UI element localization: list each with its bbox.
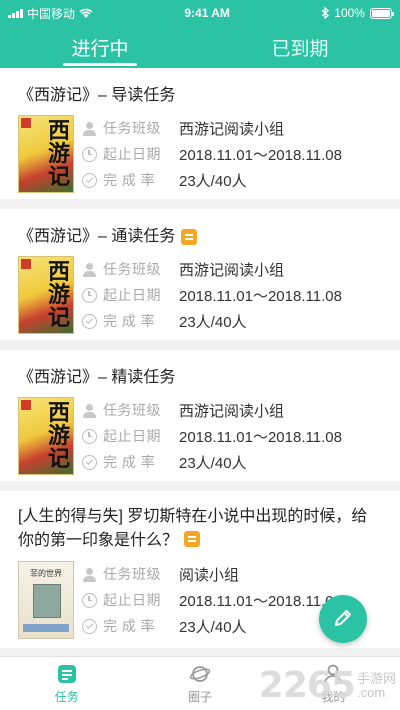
check-circle-icon (82, 454, 97, 470)
tab-expired[interactable]: 已到期 (200, 26, 400, 68)
nav-circle[interactable]: 圈子 (133, 657, 266, 710)
battery-percent: 100% (334, 6, 365, 20)
battery-icon (369, 7, 394, 19)
date-value: 2018.11.01～2018.11.08 (179, 592, 342, 610)
rate-label: 完 成 率 (103, 618, 156, 634)
task-title: 《西游记》– 精读任务 (18, 369, 176, 386)
rate-label: 完 成 率 (103, 454, 156, 470)
rate-value: 23人/40人 (179, 454, 247, 472)
task-title: [人生的得与失] 罗切斯特在小说中出现的时候，给你的第一印象是什么？ (18, 508, 368, 549)
person-icon (82, 567, 97, 582)
pencil-icon (335, 610, 351, 626)
check-circle-icon (82, 618, 97, 634)
tab-expired-label: 已到期 (271, 38, 329, 60)
bluetooth-icon (321, 7, 330, 19)
class-value: 西游记阅读小组 (179, 120, 285, 138)
carrier-label: 中国移动 (27, 6, 76, 21)
nav-tasks[interactable]: 任务 (0, 657, 133, 710)
signal-icon (8, 8, 23, 18)
class-label: 任务班级 (103, 402, 161, 418)
person-icon (82, 262, 97, 277)
watermark-logo: 2265 手游网 .com (258, 665, 396, 706)
wifi-icon (79, 8, 93, 18)
task-list-icon (57, 664, 76, 683)
create-task-button[interactable] (319, 595, 367, 643)
app-header: 中国移动 9:41 AM 100% 进行中 已到期 (0, 0, 400, 68)
book-cover: 菲的世界 (18, 561, 74, 639)
task-card[interactable]: 《西游记》– 导读任务 西游记 任务班级 西游记阅读小组 起止日期 2018.11.… (0, 68, 400, 199)
date-value: 2018.11.01～2018.11.08 (179, 428, 342, 446)
rate-value: 23人/40人 (179, 313, 247, 331)
rate-value: 23人/40人 (179, 172, 247, 190)
clock-icon (82, 146, 97, 162)
task-list: 《西游记》– 导读任务 西游记 任务班级 西游记阅读小组 起止日期 2018.11.… (0, 68, 400, 658)
time-label: 9:41 AM (184, 6, 230, 20)
rate-label: 完 成 率 (103, 313, 156, 329)
date-label: 起止日期 (103, 287, 161, 303)
date-label: 起止日期 (103, 146, 161, 162)
check-circle-icon (82, 172, 97, 188)
task-card[interactable]: 《西游记》– 精读任务 西游记 任务班级 西游记阅读小组 起止日期 2018.11.… (0, 350, 400, 481)
rate-label: 完 成 率 (103, 172, 156, 188)
book-cover: 西游记 (18, 115, 74, 193)
tab-in-progress-label: 进行中 (71, 38, 129, 60)
class-label: 任务班级 (103, 120, 161, 136)
date-value: 2018.11.01～2018.11.08 (179, 287, 342, 305)
status-bar: 中国移动 9:41 AM 100% (0, 0, 400, 26)
person-icon (82, 403, 97, 418)
task-title: 《西游记》– 通读任务 (18, 209, 382, 248)
tab-bar: 进行中 已到期 (0, 26, 400, 68)
active-tab-indicator (63, 63, 137, 66)
nav-circle-label: 圈子 (187, 689, 212, 704)
person-icon (82, 121, 97, 136)
rate-value: 23人/40人 (179, 618, 247, 636)
nav-tasks-label: 任务 (54, 689, 79, 704)
class-value: 西游记阅读小组 (179, 402, 285, 420)
date-value: 2018.11.01～2018.11.08 (179, 146, 342, 164)
date-label: 起止日期 (103, 428, 161, 444)
class-value: 阅读小组 (179, 566, 240, 584)
note-icon (181, 229, 198, 245)
note-icon (184, 531, 201, 547)
planet-icon (189, 665, 211, 682)
clock-icon (82, 592, 97, 608)
class-value: 西游记阅读小组 (179, 261, 285, 279)
date-label: 起止日期 (103, 592, 161, 608)
class-label: 任务班级 (103, 261, 161, 277)
clock-icon (82, 287, 97, 303)
task-card[interactable]: 《西游记》– 通读任务 西游记 任务班级 西游记阅读小组 起止日期 2018.11.… (0, 209, 400, 340)
book-cover: 西游记 (18, 397, 74, 475)
clock-icon (82, 428, 97, 444)
tab-in-progress[interactable]: 进行中 (0, 26, 200, 68)
class-label: 任务班级 (103, 566, 161, 582)
task-title: 《西游记》– 导读任务 (18, 87, 176, 104)
book-cover: 西游记 (18, 256, 74, 334)
check-circle-icon (82, 313, 97, 329)
